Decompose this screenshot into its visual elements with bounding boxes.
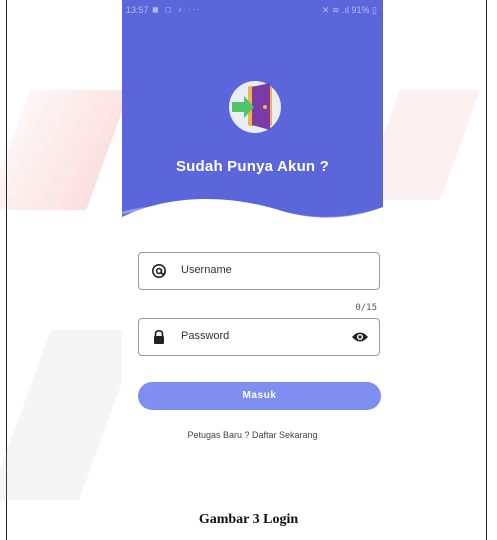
username-char-counter: 0/15 xyxy=(355,303,377,313)
username-field[interactable]: Username xyxy=(138,252,380,290)
username-placeholder: Username xyxy=(181,264,232,276)
show-password-eye-icon[interactable] xyxy=(351,330,369,344)
header-banner: 13:57 ◼ ◻ ♪ ··· ✕ ≋ .ıl 91% ▯ Sudah Puny… xyxy=(122,0,383,235)
status-time: 13:57 xyxy=(126,5,149,15)
battery-level: 91% xyxy=(351,5,370,15)
page-title: Sudah Punya Akun ? xyxy=(175,158,330,175)
at-sign-icon xyxy=(152,264,166,278)
status-bar: 13:57 ◼ ◻ ♪ ··· ✕ ≋ .ıl 91% ▯ xyxy=(122,0,383,20)
password-field[interactable]: Password xyxy=(138,318,380,356)
battery-icon: ▯ xyxy=(372,5,377,15)
lock-icon xyxy=(154,329,164,344)
phone-screenshot: 13:57 ◼ ◻ ♪ ··· ✕ ≋ .ıl 91% ▯ Sudah Puny… xyxy=(122,0,383,480)
register-link[interactable]: Petugas Baru ? Daftar Sekarang xyxy=(122,430,383,440)
password-placeholder: Password xyxy=(181,330,230,342)
wave-divider xyxy=(122,198,383,235)
figure-caption: Gambar 3 Login xyxy=(198,512,299,527)
status-notification-icons: ◼ ◻ ♪ ··· xyxy=(152,5,202,14)
signal-icon: ✕ ≋ .ıl xyxy=(321,5,349,15)
login-button[interactable]: Masuk xyxy=(138,382,381,410)
door-enter-icon xyxy=(229,81,281,133)
